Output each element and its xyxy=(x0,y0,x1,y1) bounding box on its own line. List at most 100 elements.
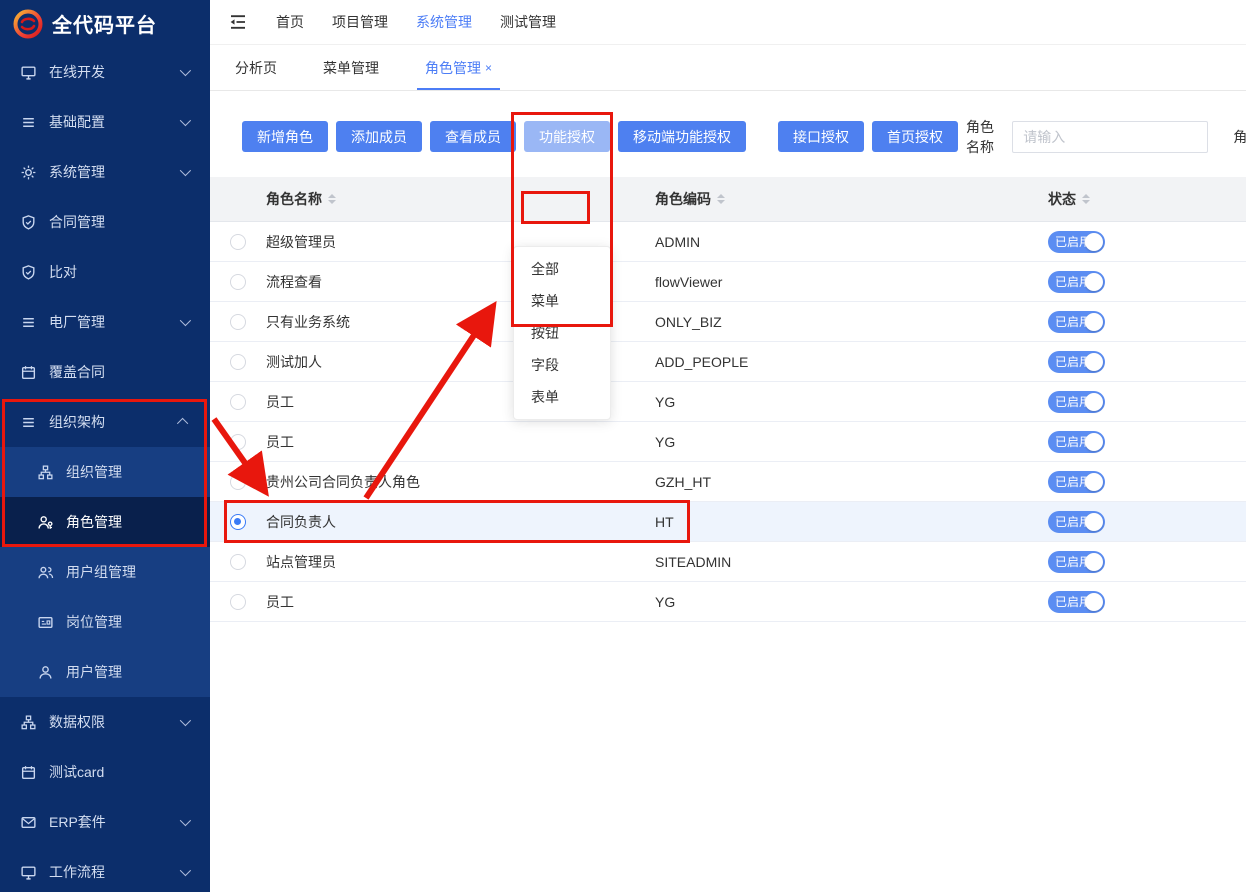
list-icon xyxy=(20,114,37,131)
badge-icon xyxy=(20,264,37,281)
nav-system-mgmt[interactable]: 系统管理 xyxy=(416,12,472,32)
row-radio[interactable] xyxy=(230,474,246,490)
sidebar-item-user-mgmt[interactable]: 用户管理 xyxy=(0,647,210,697)
sidebar-item-erp-suite[interactable]: ERP套件 xyxy=(0,797,210,847)
status-toggle[interactable]: 已启用 xyxy=(1048,591,1105,613)
chevron-down-icon xyxy=(180,715,191,726)
org-tree-icon xyxy=(20,714,37,731)
app-title: 全代码平台 xyxy=(52,9,157,38)
org-tree-icon xyxy=(37,464,54,481)
sidebar-item-test-card[interactable]: 测试card xyxy=(0,747,210,797)
dropdown-item-menu[interactable]: 菜单 xyxy=(514,285,610,317)
menu-fold-icon[interactable] xyxy=(228,12,248,32)
mail-icon xyxy=(20,814,37,831)
chevron-down-icon xyxy=(180,115,191,126)
sidebar-item-cover-contract[interactable]: 覆盖合同 xyxy=(0,347,210,397)
view-member-button[interactable]: 查看成员 xyxy=(430,121,516,152)
status-toggle[interactable]: 已启用 xyxy=(1048,551,1105,573)
chevron-down-icon xyxy=(180,65,191,76)
row-radio[interactable] xyxy=(230,234,246,250)
table-row[interactable]: 员工YG已启用 xyxy=(210,382,1246,422)
tab-menu-mgmt[interactable]: 菜单管理 xyxy=(323,45,379,90)
status-toggle[interactable]: 已启用 xyxy=(1048,431,1105,453)
role-code-label-partial: 角 xyxy=(1233,127,1246,147)
sidebar-item-post-mgmt[interactable]: 岗位管理 xyxy=(0,597,210,647)
home-auth-button[interactable]: 首页授权 xyxy=(872,121,958,152)
nav-test-mgmt[interactable]: 测试管理 xyxy=(500,12,556,32)
logo-icon xyxy=(13,9,43,39)
api-auth-button[interactable]: 接口授权 xyxy=(778,121,864,152)
status-toggle[interactable]: 已启用 xyxy=(1048,351,1105,373)
sidebar-item-compare[interactable]: 比对 xyxy=(0,247,210,297)
sort-icon[interactable] xyxy=(1082,194,1090,204)
tab-role-mgmt[interactable]: 角色管理× xyxy=(425,45,492,90)
sidebar-item-data-permission[interactable]: 数据权限 xyxy=(0,697,210,747)
dropdown-item-all[interactable]: 全部 xyxy=(514,253,610,285)
table-row[interactable]: 贵州公司合同负责人角色GZH_HT已启用 xyxy=(210,462,1246,502)
monitor-icon xyxy=(20,864,37,881)
status-toggle[interactable]: 已启用 xyxy=(1048,271,1105,293)
column-status[interactable]: 状态 xyxy=(1048,189,1246,209)
list-icon xyxy=(20,414,37,431)
chevron-up-icon xyxy=(177,418,188,429)
sidebar-item-usergroup-mgmt[interactable]: 用户组管理 xyxy=(0,547,210,597)
dropdown-item-button[interactable]: 按钮 xyxy=(514,317,610,349)
table-row[interactable]: 流程查看flowViewer已启用 xyxy=(210,262,1246,302)
role-name-input[interactable] xyxy=(1012,121,1208,153)
table-row[interactable]: 站点管理员SITEADMIN已启用 xyxy=(210,542,1246,582)
status-toggle[interactable]: 已启用 xyxy=(1048,231,1105,253)
status-toggle[interactable]: 已启用 xyxy=(1048,511,1105,533)
add-role-button[interactable]: 新增角色 xyxy=(242,121,328,152)
toolbar: 新增角色 添加成员 查看成员 功能授权 移动端功能授权 接口授权 首页授权 角色… xyxy=(210,121,1246,152)
chevron-down-icon xyxy=(180,815,191,826)
table-header-row: 角色名称 角色编码 状态 xyxy=(210,177,1246,222)
row-radio[interactable] xyxy=(230,314,246,330)
tab-analysis[interactable]: 分析页 xyxy=(235,45,277,90)
row-radio-checked[interactable] xyxy=(230,514,246,530)
role-name-filter: 角色名称 xyxy=(966,117,1208,157)
row-radio[interactable] xyxy=(230,434,246,450)
table-row[interactable]: 只有业务系统ONLY_BIZ已启用 xyxy=(210,302,1246,342)
sidebar-item-org-structure[interactable]: 组织架构 xyxy=(0,397,210,447)
sidebar-item-org-mgmt[interactable]: 组织管理 xyxy=(0,447,210,497)
calendar-icon xyxy=(20,764,37,781)
role-table: 角色名称 角色编码 状态 超级管理员ADMIN已启用 流程查看flowViewe… xyxy=(210,177,1246,622)
dropdown-item-field[interactable]: 字段 xyxy=(514,349,610,381)
tab-close-icon[interactable]: × xyxy=(485,61,492,75)
status-toggle[interactable]: 已启用 xyxy=(1048,391,1105,413)
add-member-button[interactable]: 添加成员 xyxy=(336,121,422,152)
table-row[interactable]: 测试加人ADD_PEOPLE已启用 xyxy=(210,342,1246,382)
dropdown-item-form[interactable]: 表单 xyxy=(514,381,610,413)
sidebar-item-contract-mgmt[interactable]: 合同管理 xyxy=(0,197,210,247)
table-row[interactable]: 员工YG已启用 xyxy=(210,582,1246,622)
row-radio[interactable] xyxy=(230,594,246,610)
row-radio[interactable] xyxy=(230,354,246,370)
sidebar-item-online-dev[interactable]: 在线开发 xyxy=(0,47,210,97)
table-row[interactable]: 员工YG已启用 xyxy=(210,422,1246,462)
user-group-icon xyxy=(37,564,54,581)
table-row[interactable]: 超级管理员ADMIN已启用 xyxy=(210,222,1246,262)
status-toggle[interactable]: 已启用 xyxy=(1048,471,1105,493)
status-toggle[interactable]: 已启用 xyxy=(1048,311,1105,333)
column-role-code[interactable]: 角色编码 xyxy=(655,189,1048,209)
nav-project-mgmt[interactable]: 项目管理 xyxy=(332,12,388,32)
sort-icon[interactable] xyxy=(328,194,336,204)
gear-icon xyxy=(20,164,37,181)
table-row-selected[interactable]: 合同负责人HT已启用 xyxy=(210,502,1246,542)
nav-home[interactable]: 首页 xyxy=(276,12,304,32)
role-icon xyxy=(37,514,54,531)
row-radio[interactable] xyxy=(230,394,246,410)
sidebar-item-role-mgmt[interactable]: 角色管理 xyxy=(0,497,210,547)
row-radio[interactable] xyxy=(230,274,246,290)
sidebar-item-workflow[interactable]: 工作流程 xyxy=(0,847,210,892)
function-auth-button[interactable]: 功能授权 xyxy=(524,121,610,152)
sidebar-item-plant-mgmt[interactable]: 电厂管理 xyxy=(0,297,210,347)
row-radio[interactable] xyxy=(230,554,246,570)
mobile-function-auth-button[interactable]: 移动端功能授权 xyxy=(618,121,746,152)
sidebar-item-system-mgmt[interactable]: 系统管理 xyxy=(0,147,210,197)
sidebar-item-base-config[interactable]: 基础配置 xyxy=(0,97,210,147)
column-role-name[interactable]: 角色名称 xyxy=(266,189,655,209)
sort-icon[interactable] xyxy=(717,194,725,204)
sidebar-menu: 在线开发 基础配置 系统管理 合同管理 比对 电厂管理 覆盖合同 组织架构 组织… xyxy=(0,47,210,892)
badge-icon xyxy=(20,214,37,231)
